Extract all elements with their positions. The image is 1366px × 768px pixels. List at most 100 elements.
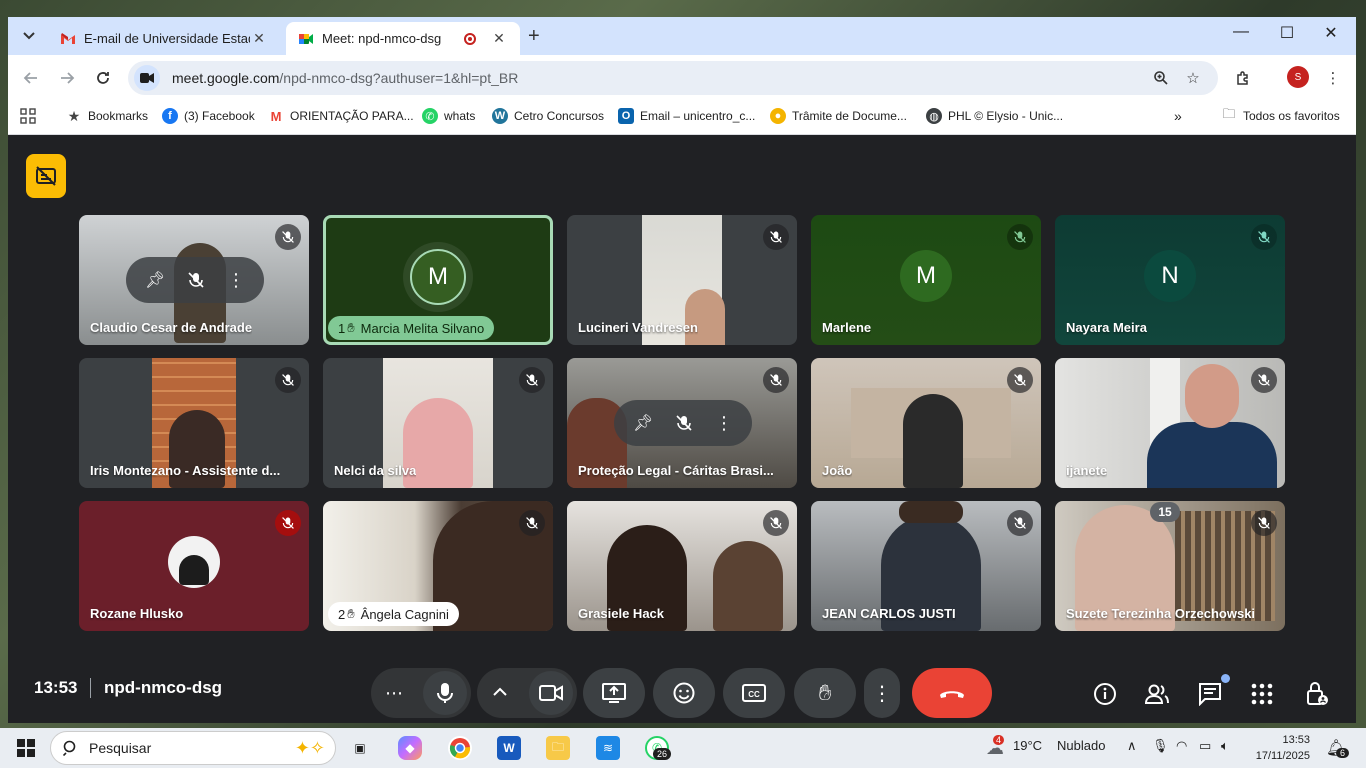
window-close-icon[interactable]: ✕ [1308, 23, 1354, 43]
copilot-icon[interactable]: ◆ [398, 736, 422, 760]
avatar [168, 536, 220, 588]
reload-button[interactable] [90, 65, 116, 91]
browser-toolbar: meet.google.com/npd-nmco-dsg?authuser=1&… [8, 55, 1356, 99]
tab-meet[interactable]: Meet: npd-nmco-dsg ✕ [286, 22, 520, 55]
mic-off-icon [1251, 510, 1277, 536]
participant-tile[interactable]: Grasiele Hack [567, 501, 797, 631]
participant-tile[interactable]: Iris Montezano - Assistente d... [79, 358, 309, 488]
mic-off-icon [275, 367, 301, 393]
windows-start-icon[interactable] [14, 736, 38, 760]
mic-off-icon [1251, 224, 1277, 250]
extensions-icon[interactable] [1232, 67, 1254, 89]
participant-tile[interactable]: M Marlene [811, 215, 1041, 345]
participant-tile[interactable]: N Nayara Meira [1055, 215, 1285, 345]
bookmark-item[interactable]: W Cetro Concursos [492, 108, 604, 124]
chrome-icon[interactable] [448, 736, 472, 760]
mic-off-icon[interactable] [187, 271, 205, 289]
video-off-notice-button[interactable] [26, 154, 66, 198]
profile-avatar[interactable]: S [1287, 66, 1309, 88]
host-controls-button[interactable] [1303, 680, 1331, 708]
participant-tile[interactable]: Lucineri Vandresen [567, 215, 797, 345]
audio-settings-button[interactable]: ⋯ [385, 683, 403, 704]
microphone-icon[interactable]: 🎙︎ [1152, 738, 1169, 754]
raise-hand-button[interactable]: ✋︎ [794, 668, 856, 718]
meeting-details-button[interactable] [1091, 680, 1119, 708]
participant-name: Marcia Melita Silvano [360, 320, 485, 336]
bookmark-label: Cetro Concursos [514, 109, 605, 123]
weather-temperature[interactable]: 19°C [1013, 738, 1042, 753]
bookmark-star-icon[interactable]: ☆ [1182, 67, 1204, 89]
participant-tile[interactable]: 2 ✋︎ Ângela Cagnini [323, 501, 553, 631]
bookmark-item[interactable]: f (3) Facebook [162, 108, 255, 124]
bookmark-item[interactable]: ● Trâmite de Docume... [770, 108, 907, 124]
task-view-icon[interactable]: ▣ [348, 736, 372, 760]
mic-off-icon[interactable] [675, 414, 693, 432]
zoom-icon[interactable] [1150, 67, 1172, 89]
more-bookmarks-icon[interactable]: » [1174, 108, 1182, 124]
bookmark-item[interactable]: ◍ PHL © Elysio - Unic... [926, 108, 1063, 124]
participant-tile[interactable]: ijanete [1055, 358, 1285, 488]
tab-search-dropdown[interactable] [16, 23, 42, 49]
forward-button[interactable] [54, 65, 80, 91]
more-options-icon[interactable]: ⋮ [227, 270, 245, 291]
system-clock[interactable]: 13:53 17/11/2025 [1250, 732, 1310, 764]
maximize-icon[interactable]: ☐ [1264, 23, 1310, 43]
bookmark-item[interactable]: M ORIENTAÇÃO PARA... [268, 108, 414, 124]
participant-tile[interactable]: M 1 ✋︎ Marcia Melita Silvano [323, 215, 553, 345]
camera-button[interactable] [529, 671, 573, 715]
menu-dots-icon[interactable]: ⋮ [1322, 67, 1344, 89]
mic-off-icon [275, 510, 301, 536]
participant-tile[interactable]: Rozane Hlusko [79, 501, 309, 631]
camera-group [477, 668, 577, 718]
participant-tile[interactable]: JEAN CARLOS JUSTI [811, 501, 1041, 631]
whatsapp-icon: ✆ [422, 108, 438, 124]
weather-description[interactable]: Nublado [1057, 738, 1105, 753]
site-info-button[interactable] [134, 65, 160, 91]
present-button[interactable] [583, 668, 645, 718]
word-icon[interactable]: W [497, 736, 521, 760]
facebook-icon: f [162, 108, 178, 124]
activities-button[interactable] [1248, 680, 1276, 708]
microphone-button[interactable] [423, 671, 467, 715]
address-bar[interactable]: meet.google.com/npd-nmco-dsg?authuser=1&… [128, 61, 1218, 95]
svg-text:CC: CC [748, 690, 760, 699]
leave-call-button[interactable] [912, 668, 992, 718]
taskbar-search-box[interactable]: Pesquisar ✦✧ [50, 731, 336, 765]
close-icon[interactable]: ✕ [250, 30, 268, 47]
raised-hand-icon: ✋︎ [818, 680, 832, 705]
participant-tile[interactable]: 📌︎ ⋮ Claudio Cesar de Andrade [79, 215, 309, 345]
pin-icon[interactable]: 📌︎ [633, 413, 653, 433]
minimize-icon[interactable]: — [1218, 23, 1264, 41]
back-button[interactable] [18, 65, 44, 91]
all-bookmarks[interactable]: 🗀 Todos os favoritos [1221, 106, 1339, 124]
reactions-button[interactable] [653, 668, 715, 718]
battery-icon[interactable]: ▭ [1199, 738, 1211, 754]
close-icon[interactable]: ✕ [490, 30, 508, 47]
chevron-up-icon[interactable]: ∧ [1127, 738, 1137, 754]
bookmark-item[interactable]: ✆ whats [422, 108, 475, 124]
app-icon[interactable]: ≋ [596, 736, 620, 760]
more-options-icon[interactable]: ⋮ [715, 413, 733, 434]
tab-gmail[interactable]: E-mail de Universidade Estadual ✕ [48, 22, 280, 55]
participant-tile[interactable]: João [811, 358, 1041, 488]
new-tab-button[interactable]: + [528, 25, 540, 48]
mic-off-icon [519, 510, 545, 536]
pin-icon[interactable]: 📌︎ [145, 270, 165, 290]
participant-tile[interactable]: 📌︎ ⋮ Proteção Legal - Cáritas Brasi... [567, 358, 797, 488]
search-placeholder: Pesquisar [89, 740, 152, 756]
bookmark-item[interactable]: O Email – unicentro_c... [618, 108, 755, 124]
file-explorer-icon[interactable]: 🗀 [546, 736, 570, 760]
participant-name: Rozane Hlusko [90, 606, 184, 621]
more-options-button[interactable]: ⋮ [864, 668, 900, 718]
people-button[interactable] [1143, 680, 1171, 708]
apps-icon[interactable] [20, 108, 36, 124]
hand-order: 1 [338, 320, 346, 336]
volume-icon[interactable]: 🔈︎ [1221, 738, 1229, 754]
bookmark-item[interactable]: ★ Bookmarks [66, 108, 148, 124]
participant-tile[interactable]: Nelci da silva [323, 358, 553, 488]
chat-button[interactable] [1196, 674, 1230, 708]
captions-button[interactable]: CC [723, 668, 785, 718]
wifi-icon[interactable]: ◠ [1176, 738, 1187, 754]
bookmark-label: PHL © Elysio - Unic... [948, 109, 1064, 123]
video-settings-button[interactable] [493, 684, 507, 702]
